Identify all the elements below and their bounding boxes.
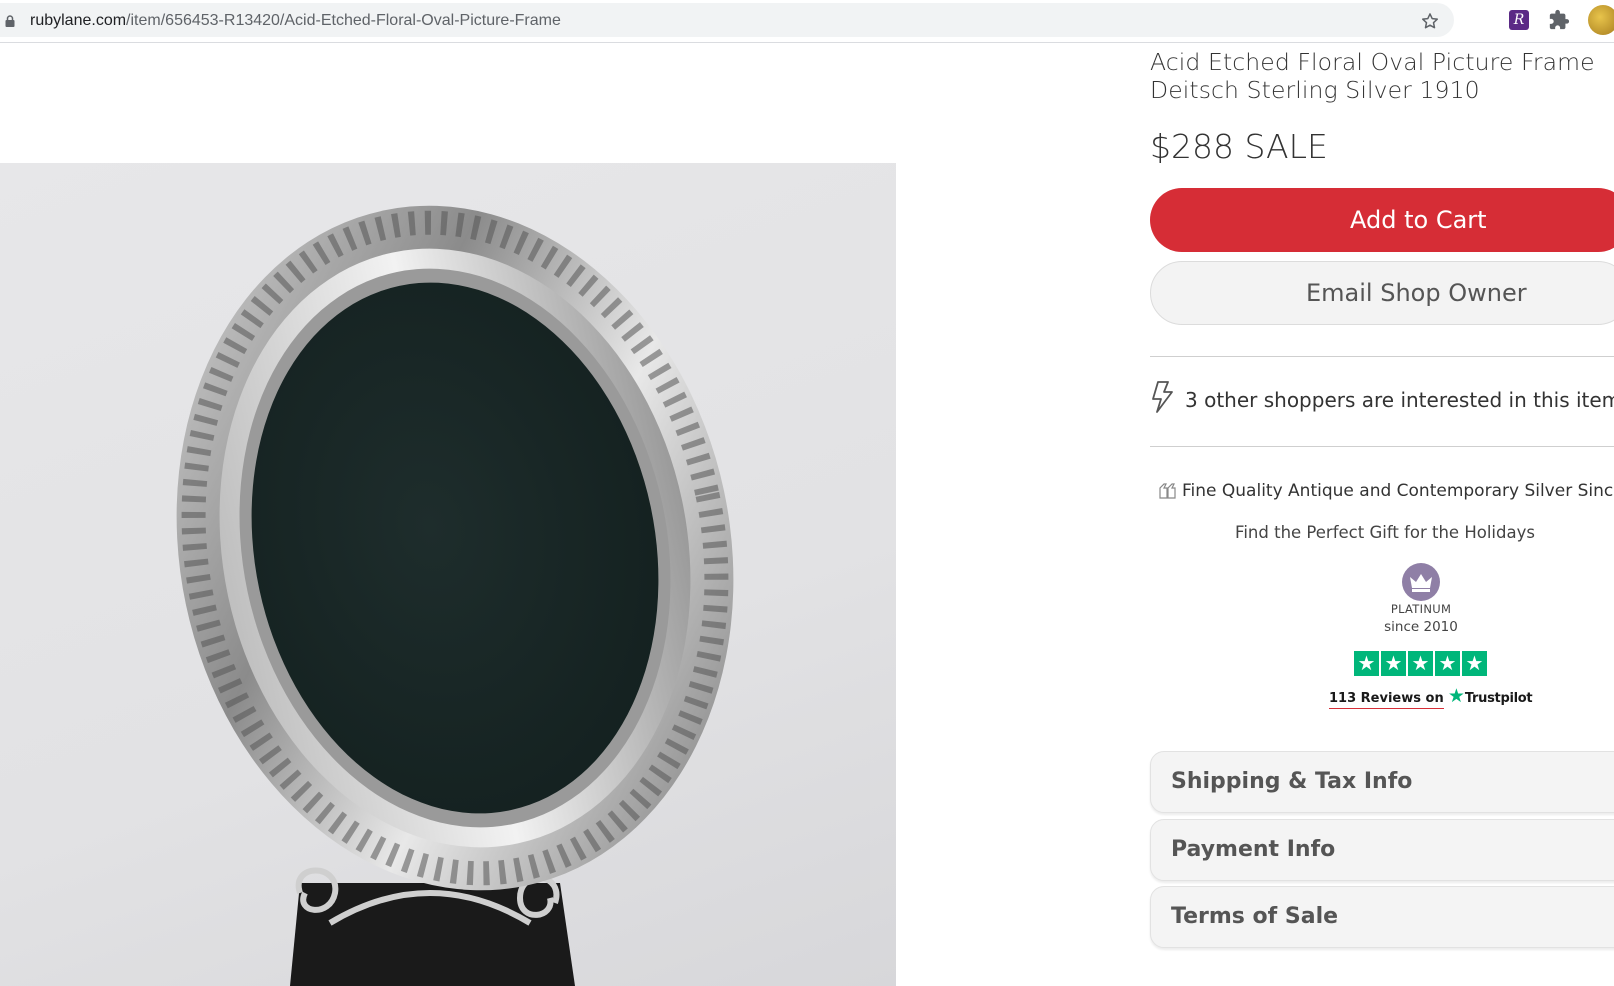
- interest-text: 3 other shoppers are interested in this …: [1185, 388, 1614, 412]
- url-domain: rubylane.com: [30, 12, 127, 29]
- quote-icon: [1159, 483, 1176, 499]
- trustpilot-stars[interactable]: ★ ★ ★ ★ ★: [1354, 651, 1487, 676]
- url-text[interactable]: rubylane.com/item/656453-R13420/Acid-Etc…: [30, 12, 561, 30]
- lock-icon[interactable]: [5, 15, 15, 27]
- puzzle-icon[interactable]: [1548, 9, 1570, 31]
- silver-frame-illustration: [176, 205, 734, 986]
- tagline-text: Fine Quality Antique and Contemporary Si…: [1182, 481, 1614, 501]
- email-shop-owner-button[interactable]: Email Shop Owner: [1150, 261, 1614, 325]
- add-to-cart-button[interactable]: Add to Cart: [1150, 188, 1614, 252]
- crown-icon: [1410, 574, 1432, 592]
- trustpilot-star-icon: ★: [1381, 651, 1406, 676]
- accordion-terms-of-sale[interactable]: Terms of Sale: [1150, 886, 1614, 948]
- since-label: since 2010: [1384, 619, 1458, 635]
- accordion-shipping-tax[interactable]: Shipping & Tax Info: [1150, 751, 1614, 813]
- trustpilot-star-icon: ★: [1462, 651, 1487, 676]
- trustpilot-star-icon: ★: [1354, 651, 1379, 676]
- accordion-label: Payment Info: [1171, 837, 1336, 862]
- trustpilot-star-icon: ★: [1435, 651, 1460, 676]
- trustpilot-reviews[interactable]: 113 Reviews on ★Trustpilot: [1329, 685, 1533, 709]
- product-price: $288 SALE: [1150, 127, 1328, 166]
- product-title-line2: Deitsch Sterling Silver 1910: [1150, 76, 1480, 104]
- accordion-payment-info[interactable]: Payment Info: [1150, 819, 1614, 881]
- shopper-interest: 3 other shoppers are interested in this …: [1150, 380, 1614, 420]
- bookmark-star-icon[interactable]: [1420, 11, 1440, 31]
- ruby-lane-extension-icon[interactable]: R: [1509, 10, 1529, 30]
- product-image[interactable]: [0, 163, 896, 986]
- trustpilot-brand: Trustpilot: [1464, 691, 1533, 706]
- omnibox[interactable]: rubylane.com/item/656453-R13420/Acid-Etc…: [0, 3, 1454, 37]
- platinum-badge: [1402, 563, 1440, 601]
- product-title-line1: Acid Etched Floral Oval Picture Frame: [1150, 48, 1595, 76]
- trustpilot-logo-icon: ★: [1447, 685, 1465, 707]
- divider: [1150, 446, 1614, 447]
- accordion-label: Shipping & Tax Info: [1171, 769, 1413, 794]
- lightning-bolt-icon: [1152, 381, 1173, 413]
- promo-text: Find the Perfect Gift for the Holidays: [1235, 523, 1535, 542]
- profile-avatar[interactable]: [1588, 5, 1614, 35]
- trustpilot-star-icon: ★: [1408, 651, 1433, 676]
- accordion-label: Terms of Sale: [1171, 904, 1339, 929]
- product-title: Acid Etched Floral Oval Picture Frame De…: [1150, 48, 1614, 104]
- url-path: /item/656453-R13420/Acid-Etched-Floral-O…: [126, 12, 561, 29]
- reviews-link[interactable]: 113 Reviews on: [1329, 691, 1444, 709]
- platinum-label: PLATINUM: [1390, 602, 1452, 616]
- browser-address-bar: rubylane.com/item/656453-R13420/Acid-Etc…: [0, 0, 1614, 43]
- divider: [1150, 356, 1614, 357]
